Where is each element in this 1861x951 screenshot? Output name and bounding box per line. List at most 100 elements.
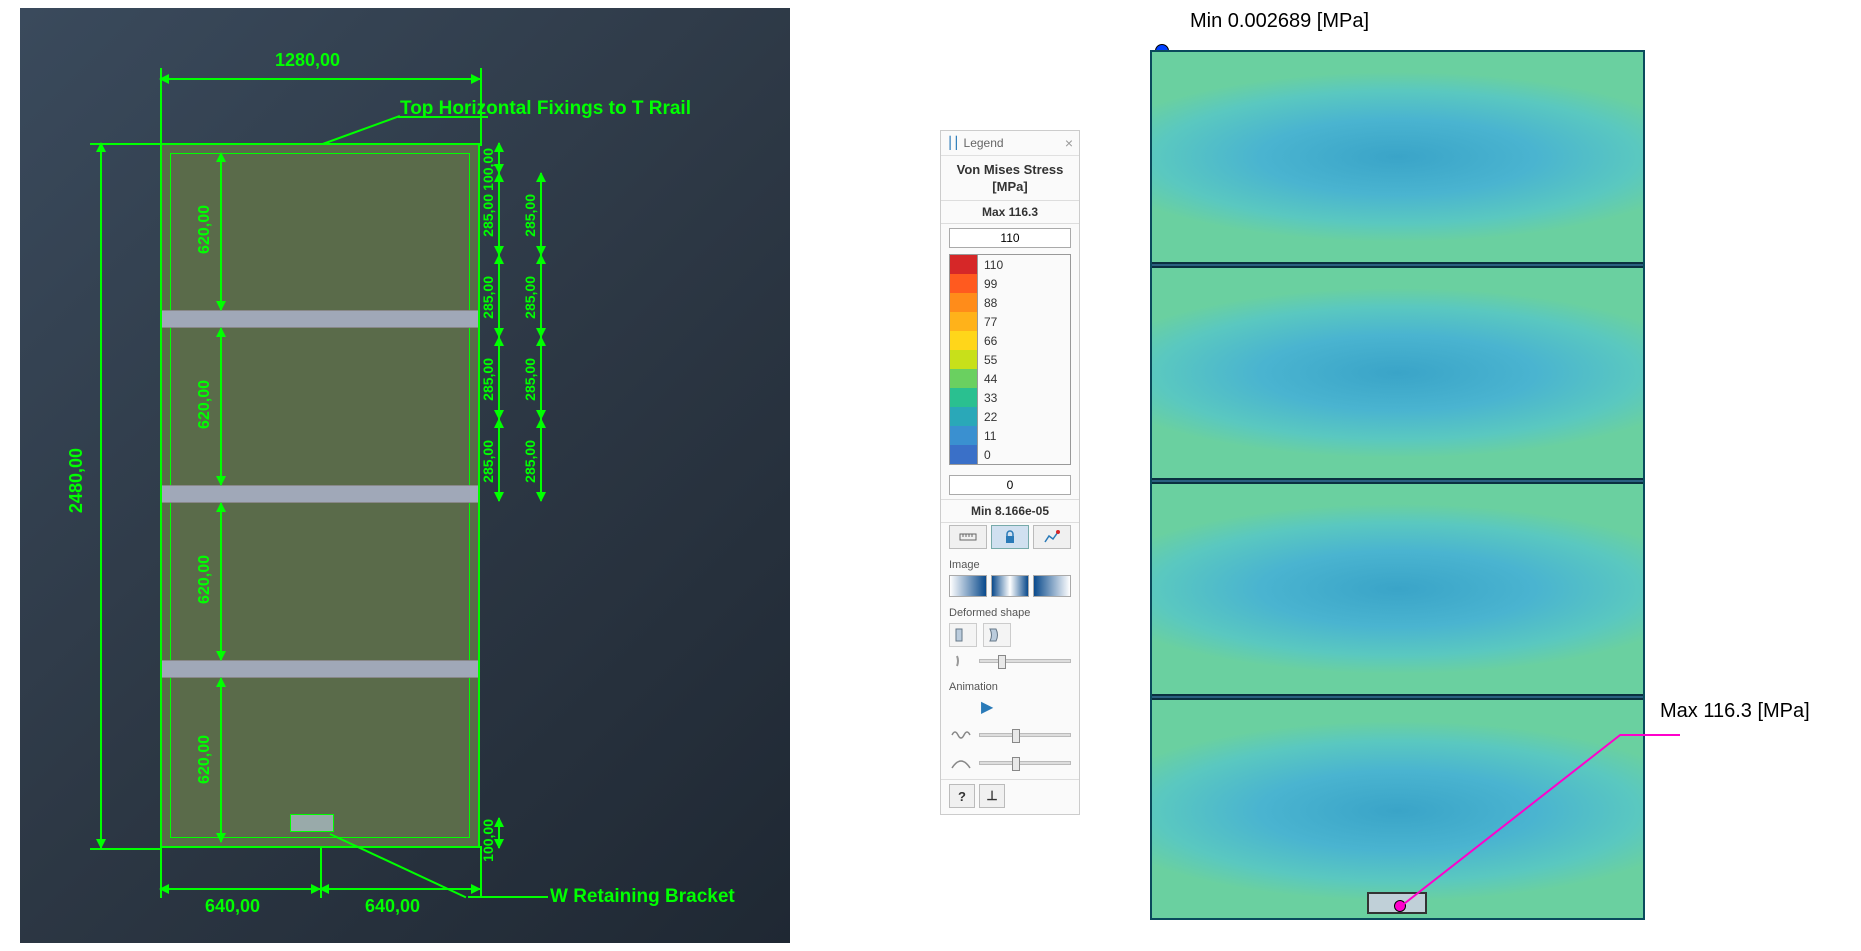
legend-header[interactable]: ⎮⎮ Legend ×: [941, 131, 1079, 156]
legend-header-text: Legend: [964, 136, 1004, 150]
dim-100-top: 100,00: [480, 148, 496, 191]
legend-scale-row: 22: [950, 407, 1070, 426]
dim-285-5: 285,00: [522, 276, 538, 319]
shelf-2: [162, 485, 478, 503]
dim-285-7: 285,00: [522, 440, 538, 483]
deform-small-icon: [949, 651, 973, 671]
legend-scale-value: 66: [978, 334, 997, 348]
legend-icon: ⎮⎮: [947, 136, 960, 150]
min-stress-label: Min 0.002689 [MPa]: [1190, 10, 1369, 33]
dim-bottom-left: 640,00: [205, 896, 260, 917]
legend-footer-buttons: ? ⊥: [941, 779, 1079, 808]
legend-scale-row: 110: [950, 255, 1070, 274]
legend-mode-buttons: [941, 523, 1079, 555]
dim-285-0: 285,00: [480, 194, 496, 237]
legend-swatch: [950, 426, 978, 445]
legend-swatch: [950, 274, 978, 293]
dim-285-4: 285,00: [522, 194, 538, 237]
fea-contour-plot: [1150, 50, 1645, 920]
deformed-shape-buttons: [941, 621, 1079, 649]
dim-620-3: 620,00: [196, 735, 214, 784]
close-icon[interactable]: ×: [1065, 135, 1073, 151]
fea-result-panel: Min 0.002689 [MPa] Max 116.3 [MPa] ⎮⎮ Le…: [790, 0, 1861, 951]
legend-scale-row: 55: [950, 350, 1070, 369]
image-style-1[interactable]: [949, 575, 987, 597]
lock-button[interactable]: [991, 525, 1029, 549]
legend-scale-value: 22: [978, 410, 997, 424]
deform-scale-slider[interactable]: [979, 659, 1071, 663]
legend-scale-row: 99: [950, 274, 1070, 293]
dim-285-3: 285,00: [480, 440, 496, 483]
legend-max: Max 116.3: [941, 200, 1079, 224]
play-button[interactable]: ▶: [941, 695, 1079, 723]
pin-button[interactable]: ⊥: [979, 784, 1005, 808]
dim-285-1: 285,00: [480, 276, 496, 319]
legend-scale-value: 99: [978, 277, 997, 291]
dim-height-left: 2480,00: [66, 448, 87, 513]
dim-620-0: 620,00: [196, 205, 214, 254]
animation-amplitude-slider[interactable]: [979, 761, 1071, 765]
legend-swatch: [950, 293, 978, 312]
deformed-section-label: Deformed shape: [941, 603, 1079, 621]
animation-wave-slider-row: [941, 723, 1079, 751]
legend-scale-value: 33: [978, 391, 997, 405]
legend-min: Min 8.166e-05: [941, 499, 1079, 523]
image-section-label: Image: [941, 555, 1079, 573]
dim-285-6: 285,00: [522, 358, 538, 401]
dim-620-2: 620,00: [196, 555, 214, 604]
image-style-3[interactable]: [1033, 575, 1071, 597]
dim-line-width-top: [160, 78, 480, 80]
deformed-scale-slider-row: [941, 649, 1079, 677]
legend-color-scale: 1109988776655443322110: [949, 254, 1071, 465]
dim-width-top: 1280,00: [275, 50, 340, 71]
wave-icon: [949, 725, 973, 745]
legend-panel[interactable]: ⎮⎮ Legend × Von Mises Stress [MPa] Max 1…: [940, 130, 1080, 815]
max-stress-label: Max 116.3 [MPa]: [1660, 700, 1810, 723]
legend-swatch: [950, 255, 978, 274]
legend-scale-value: 44: [978, 372, 997, 386]
legend-scale-value: 77: [978, 315, 997, 329]
legend-swatch: [950, 331, 978, 350]
legend-lower-input[interactable]: [949, 475, 1071, 495]
legend-scale-row: 77: [950, 312, 1070, 331]
shelf-1: [162, 310, 478, 328]
deformed-on-button[interactable]: [983, 623, 1011, 647]
cad-drawing-panel: 1280,00 Top Horizontal Fixings to T Rrai…: [20, 8, 790, 943]
legend-scale-value: 55: [978, 353, 997, 367]
legend-scale-row: 33: [950, 388, 1070, 407]
label-w-bracket: W Retaining Bracket: [550, 886, 735, 908]
animation-speed-slider[interactable]: [979, 733, 1071, 737]
legend-swatch: [950, 350, 978, 369]
legend-scale-row: 0: [950, 445, 1070, 464]
legend-upper-input[interactable]: [949, 228, 1071, 248]
animation-curve-slider-row: [941, 751, 1079, 779]
shelf-3: [162, 660, 478, 678]
deformed-off-button[interactable]: [949, 623, 977, 647]
dim-bottom-right: 640,00: [365, 896, 420, 917]
dim-line-height: [100, 143, 102, 848]
legend-title: Von Mises Stress: [941, 156, 1079, 179]
image-style-buttons: [941, 573, 1079, 603]
w-retaining-bracket: [290, 814, 334, 832]
legend-swatch: [950, 312, 978, 331]
legend-scale-value: 110: [978, 258, 1003, 272]
legend-scale-value: 11: [978, 429, 996, 443]
legend-scale-row: 44: [950, 369, 1070, 388]
legend-scale-value: 0: [978, 448, 991, 462]
dim-620-1: 620,00: [196, 380, 214, 429]
legend-scale-value: 88: [978, 296, 997, 310]
legend-scale-row: 11: [950, 426, 1070, 445]
legend-swatch: [950, 388, 978, 407]
dim-285-2: 285,00: [480, 358, 496, 401]
help-button[interactable]: ?: [949, 784, 975, 808]
curve-icon: [949, 753, 973, 773]
legend-scale-row: 66: [950, 331, 1070, 350]
legend-unit: [MPa]: [941, 179, 1079, 200]
legend-swatch: [950, 445, 978, 464]
legend-scale-row: 88: [950, 293, 1070, 312]
image-style-2[interactable]: [991, 575, 1029, 597]
legend-swatch: [950, 407, 978, 426]
cad-panel-outline: 620,00 620,00 620,00 620,00: [160, 143, 480, 848]
graph-button[interactable]: [1033, 525, 1071, 549]
ruler-button[interactable]: [949, 525, 987, 549]
